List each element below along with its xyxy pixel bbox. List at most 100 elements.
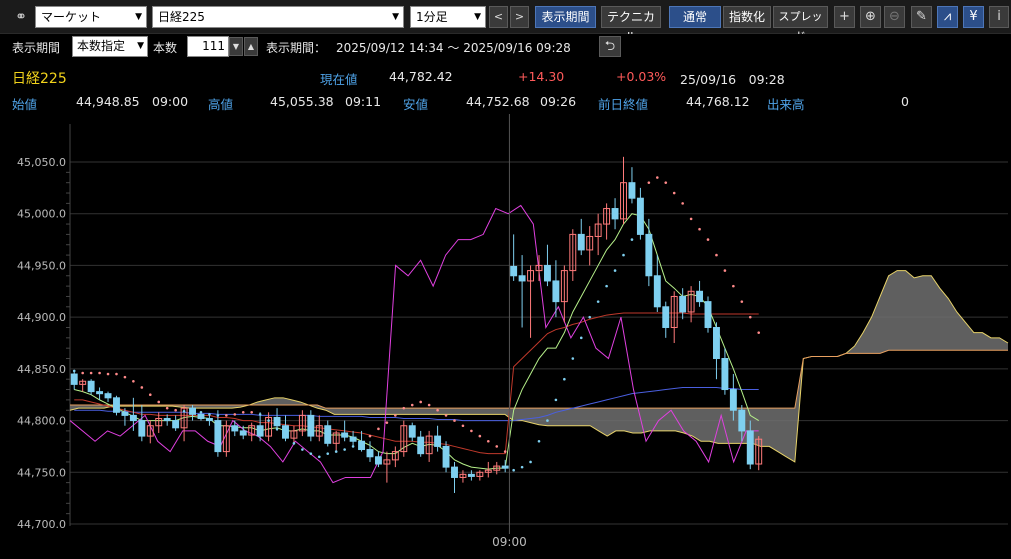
sar-dot xyxy=(757,331,761,334)
sar-dot xyxy=(520,465,524,469)
candle-body xyxy=(324,425,332,444)
sar-dot xyxy=(132,379,135,383)
info-icon[interactable]: i xyxy=(989,6,1009,28)
candle-body xyxy=(679,295,687,313)
candle-body xyxy=(307,414,315,437)
yen-icon[interactable]: ¥ xyxy=(963,6,984,28)
sar-dot xyxy=(115,372,118,376)
candle-body xyxy=(611,208,619,220)
link-icon[interactable]: ⚭ xyxy=(10,6,32,28)
open-label: 始値 xyxy=(12,97,38,112)
count-input[interactable]: 111 xyxy=(187,36,229,57)
return-icon[interactable]: ⮌ xyxy=(599,36,621,57)
sar-dot xyxy=(546,419,549,422)
sar-dot xyxy=(478,434,482,438)
candle-body xyxy=(104,393,112,399)
period-mode-select[interactable]: 本数指定 ▼ xyxy=(72,36,148,57)
sar-dot xyxy=(563,377,566,381)
span-a-line xyxy=(69,270,1009,463)
chevron-down-icon: ▼ xyxy=(392,12,399,22)
sar-dot xyxy=(81,371,84,375)
candle-body xyxy=(645,233,653,277)
pencil-icon[interactable]: ✎ xyxy=(911,6,932,28)
chevron-down-icon: ▼ xyxy=(135,12,142,22)
candle-body xyxy=(205,418,213,422)
sar-dot xyxy=(174,408,177,412)
normal-button[interactable]: 通常 xyxy=(669,6,721,28)
sar-dot xyxy=(402,406,406,410)
open-time: 09:00 xyxy=(152,94,189,109)
sar-dot xyxy=(732,284,735,288)
low-label: 安値 xyxy=(403,97,429,112)
candle-body xyxy=(121,411,129,416)
sar-dot xyxy=(89,371,93,375)
y-tick-label: 45,000.0 xyxy=(17,208,66,221)
prev-button[interactable]: < xyxy=(489,6,508,28)
price-chart[interactable]: 44,700.0 44,750.0 44,800.0 44,850.0 44,900.0… xyxy=(0,114,1011,559)
sar-dot xyxy=(275,427,279,431)
sar-dot xyxy=(351,445,355,448)
high-time: 09:11 xyxy=(345,94,382,109)
candle-body xyxy=(408,425,416,438)
candle-body xyxy=(696,290,704,303)
indicator-lines xyxy=(69,204,759,484)
candle-body xyxy=(366,449,374,458)
sar-dot xyxy=(182,409,186,413)
low-value: 44,752.68 xyxy=(466,94,530,109)
sar-dot xyxy=(191,410,194,414)
interval-select[interactable]: 1分足 ▼ xyxy=(410,6,486,28)
spread-button[interactable]: スプレッド xyxy=(773,6,828,43)
sar-dot xyxy=(343,448,346,451)
candle-body xyxy=(662,306,670,328)
sar-dot xyxy=(419,400,422,404)
technical-button[interactable]: テクニカル xyxy=(601,6,661,44)
chevron-down-icon: ▼ xyxy=(137,41,144,51)
zoom-in-icon[interactable]: ⊕ xyxy=(860,6,881,28)
candle-body xyxy=(138,420,146,437)
candle-body xyxy=(442,445,450,468)
sar-dot xyxy=(486,439,490,443)
candle-body xyxy=(467,473,475,477)
sar-dot xyxy=(250,410,253,414)
sar-dot xyxy=(664,181,668,184)
index-button[interactable]: 指数化 xyxy=(723,6,771,28)
candle-body xyxy=(172,420,180,429)
candle-body xyxy=(653,275,661,308)
candle-body xyxy=(628,182,636,199)
candle-body xyxy=(129,414,137,422)
y-tick-label: 44,700.0 xyxy=(17,518,66,531)
sar-dot xyxy=(241,410,245,414)
display-period-button[interactable]: 表示期間 xyxy=(535,6,596,28)
sar-dot xyxy=(706,238,710,241)
sar-dot xyxy=(199,410,203,414)
symbol-select[interactable]: 日経225 ▼ xyxy=(152,6,404,28)
sar-dot xyxy=(148,393,152,397)
count-increment-button[interactable]: ▲ xyxy=(244,37,258,56)
sar-dot xyxy=(554,398,558,402)
sar-dot xyxy=(326,452,330,455)
market-select[interactable]: マーケット ▼ xyxy=(35,6,147,28)
candle-body xyxy=(239,430,247,436)
candle-body xyxy=(738,409,746,432)
sar-dot xyxy=(537,439,541,443)
sar-dot xyxy=(715,253,718,257)
sar-dot xyxy=(436,408,439,412)
crosshair-icon[interactable]: + xyxy=(834,6,855,28)
sar-dot xyxy=(723,269,727,272)
zoom-out-icon[interactable]: ⊖ xyxy=(884,6,905,28)
sar-dot xyxy=(639,202,642,205)
sar-dot xyxy=(334,450,338,453)
sar-dot xyxy=(394,414,397,417)
next-button[interactable]: > xyxy=(510,6,529,28)
sar-dot xyxy=(596,300,600,303)
candle-body xyxy=(501,465,509,469)
sar-dot xyxy=(317,455,321,459)
count-decrement-button[interactable]: ▼ xyxy=(229,37,243,56)
chart-tool-icon[interactable]: ⩘ xyxy=(937,6,958,28)
candle-body xyxy=(552,280,560,303)
prev-close-value: 44,768.12 xyxy=(686,94,750,109)
candle-body xyxy=(113,397,120,413)
sar-dot xyxy=(740,300,744,303)
sar-dot xyxy=(377,427,380,431)
sar-dot xyxy=(140,386,144,389)
